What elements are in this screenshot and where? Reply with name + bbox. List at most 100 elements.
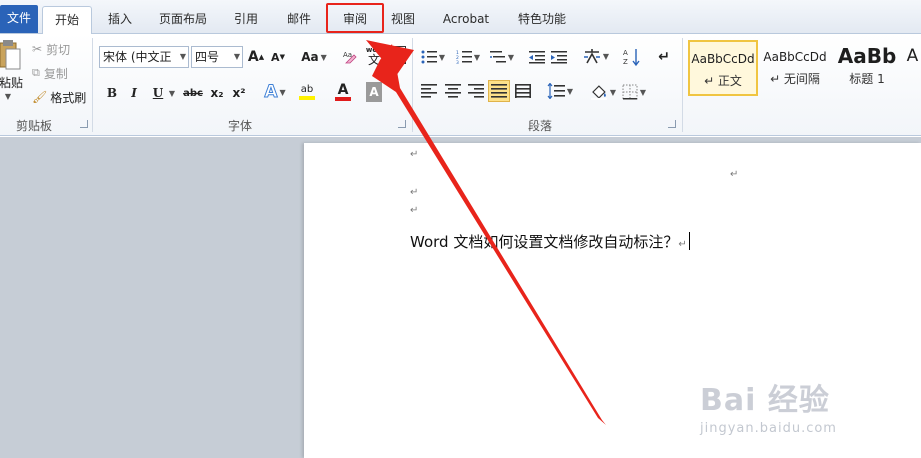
bullets-button[interactable]: ▼ <box>420 48 446 66</box>
chevron-down-icon: ▼ <box>233 52 240 61</box>
align-center-icon[interactable] <box>444 82 462 100</box>
style-no-spacing[interactable]: AaBbCcDd ↵ 无间隔 <box>760 40 830 96</box>
svg-text:Z: Z <box>623 58 628 66</box>
tab-file[interactable]: 文件 <box>0 5 38 33</box>
align-left-icon[interactable] <box>420 82 438 100</box>
tab-acrobat[interactable]: Acrobat <box>438 6 494 34</box>
copy-button[interactable]: ⧉ 复制 <box>32 64 68 82</box>
subscript-button[interactable]: x₂ <box>208 84 226 102</box>
group-divider <box>412 38 413 132</box>
paste-dropdown[interactable]: ▼ <box>0 90 14 102</box>
font-color-icon: A <box>337 82 349 98</box>
line-spacing-button[interactable]: ▼ <box>546 82 574 100</box>
font-size-combo[interactable]: 四号 ▼ <box>191 46 243 68</box>
decrease-indent-icon[interactable] <box>528 48 546 66</box>
italic-button[interactable]: I <box>126 84 142 102</box>
tab-insert[interactable]: 插入 <box>100 6 140 34</box>
style-preview: AaBbCcDd <box>691 52 755 66</box>
font-size-value: 四号 <box>195 50 220 64</box>
underline-dropdown[interactable]: ▼ <box>166 84 176 102</box>
paragraph-shading-button[interactable]: ▼ <box>590 82 616 102</box>
format-painter-button[interactable]: 🖌 格式刷 <box>32 88 86 106</box>
text-effects-icon: A <box>264 82 278 103</box>
clipboard-launcher-icon[interactable] <box>80 120 88 128</box>
svg-text:3: 3 <box>456 60 459 64</box>
chinese-layout-button[interactable]: ▼ <box>582 46 610 66</box>
chevron-down-icon: ▼ <box>179 52 186 61</box>
text-cursor <box>688 232 690 250</box>
paragraph-mark: ↵ <box>410 149 419 160</box>
multilevel-list-button[interactable]: ▼ <box>488 48 516 66</box>
tab-home[interactable]: 开始 <box>42 6 92 35</box>
document-text-line[interactable]: Word 文档如何设置文档修改自动标注？↵ <box>410 231 690 252</box>
group-divider <box>92 38 93 132</box>
show-marks-icon[interactable]: ↵ <box>656 48 672 66</box>
distributed-icon[interactable] <box>514 82 532 100</box>
highlight-color-bar <box>299 96 315 100</box>
character-border-button[interactable]: A <box>390 46 406 64</box>
numbering-button[interactable]: 1 2 3 ▼ <box>454 48 482 66</box>
numbering-icon: 123 <box>456 50 472 64</box>
cut-button[interactable]: ✂ 剪切 <box>32 40 70 58</box>
sort-icon[interactable]: AZ <box>622 46 642 68</box>
style-name: ↵ 正文 <box>704 74 742 88</box>
font-color-button[interactable]: A <box>330 82 356 102</box>
change-case-button[interactable]: Aa ▼ <box>301 48 327 66</box>
review-tab-highlight-box <box>326 3 384 33</box>
paste-button[interactable]: 粘贴 <box>0 74 23 90</box>
cut-label: 剪切 <box>46 42 71 57</box>
paragraph-group-label: 段落 <box>527 119 552 133</box>
style-preview: AaBbCcDd <box>763 50 827 64</box>
paragraph-mark: ↵ <box>730 169 739 180</box>
character-shading-button[interactable]: A <box>366 82 382 102</box>
style-heading-2[interactable]: A <box>904 40 921 96</box>
style-name: ↵ 无间隔 <box>770 72 820 86</box>
font-launcher-icon[interactable] <box>398 120 406 128</box>
tab-mailings[interactable]: 邮件 <box>279 6 319 34</box>
format-painter-label: 格式刷 <box>50 90 87 105</box>
font-group-label: 字体 <box>227 119 252 133</box>
phonetic-guide-button[interactable]: wén 文 <box>363 44 385 68</box>
paragraph-mark: ↵ <box>410 205 419 216</box>
style-preview: A <box>906 46 919 66</box>
paragraph-mark: ↵ <box>410 187 419 198</box>
brush-icon: 🖌 <box>32 90 48 104</box>
watermark-url: jingyan.baidu.com <box>700 421 837 436</box>
tab-view[interactable]: 视图 <box>383 6 423 34</box>
grow-font-button[interactable]: A ▲ <box>248 48 264 66</box>
shrink-font-button[interactable]: A ▼ <box>270 48 286 66</box>
text-effects-button[interactable]: A ▼ <box>262 82 288 103</box>
strikethrough-button[interactable]: abc <box>182 84 204 102</box>
style-normal[interactable]: AaBbCcDd ↵ 正文 <box>688 40 758 96</box>
tab-page-layout[interactable]: 页面布局 <box>150 6 216 34</box>
paste-icon[interactable] <box>0 38 22 74</box>
font-name-combo[interactable]: 宋体 (中文正 ▼ <box>99 46 189 68</box>
tab-special-features[interactable]: 特色功能 <box>510 6 574 34</box>
bullets-icon <box>421 50 437 64</box>
superscript-button[interactable]: x² <box>230 84 248 102</box>
watermark-logo: Bai 经验 <box>700 383 830 418</box>
clipboard-group-label: 剪贴板 <box>15 119 52 133</box>
justify-icon[interactable] <box>488 80 510 102</box>
align-right-icon[interactable] <box>467 82 485 100</box>
ribbon-home: 粘贴 ▼ ✂ 剪切 ⧉ 复制 🖌 格式刷 剪贴板 宋体 (中文正 ▼ 四号 ▼ A ▲… <box>0 34 921 136</box>
style-heading-1[interactable]: AaBb 标题 1 <box>832 40 902 96</box>
highlighter-icon: ab <box>300 84 314 95</box>
borders-icon <box>622 84 638 100</box>
borders-button[interactable]: ▼ <box>620 82 648 102</box>
bold-button[interactable]: B <box>104 84 120 102</box>
tab-references[interactable]: 引用 <box>226 6 266 34</box>
group-divider <box>682 38 683 132</box>
increase-indent-icon[interactable] <box>550 48 568 66</box>
clear-formatting-icon[interactable]: Aa <box>341 48 359 66</box>
underline-button[interactable]: U <box>150 84 166 102</box>
svg-text:A: A <box>623 49 628 57</box>
wen-char: 文 <box>367 53 380 67</box>
paragraph-launcher-icon[interactable] <box>668 120 676 128</box>
document-text: Word 文档如何设置文档修改自动标注？ <box>410 233 679 251</box>
font-name-value: 宋体 (中文正 <box>103 50 172 64</box>
style-name: 标题 1 <box>849 72 885 86</box>
highlight-button[interactable]: ab <box>292 82 322 102</box>
multilevel-list-icon <box>489 51 506 63</box>
font-color-bar <box>335 97 351 101</box>
